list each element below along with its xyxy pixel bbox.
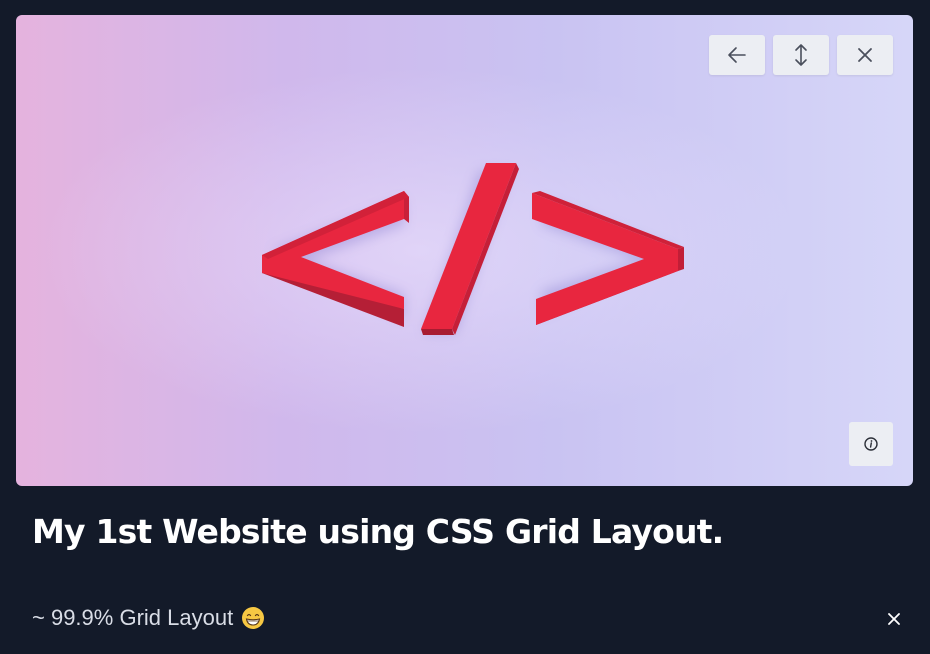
caption-close-button[interactable] (880, 605, 908, 633)
info-button[interactable] (849, 422, 893, 466)
code-brackets-icon (262, 163, 684, 335)
grinning-face-emoji (242, 607, 265, 629)
arrows-vertical-icon (795, 44, 807, 66)
right-angle-bracket (532, 191, 684, 325)
left-angle-bracket (262, 191, 409, 327)
arrow-left-icon (728, 47, 746, 63)
expand-button[interactable] (773, 35, 829, 75)
info-icon (864, 437, 878, 451)
back-button[interactable] (709, 35, 765, 75)
close-button[interactable] (837, 35, 893, 75)
image-title: My 1st Website using CSS Grid Layout. (32, 512, 724, 551)
lightbox-image (16, 15, 913, 486)
close-icon (858, 48, 872, 62)
image-description: ~ 99.9% Grid Layout (32, 605, 265, 631)
description-text: ~ 99.9% Grid Layout (32, 605, 234, 630)
close-icon (888, 613, 900, 625)
slash (421, 163, 519, 335)
